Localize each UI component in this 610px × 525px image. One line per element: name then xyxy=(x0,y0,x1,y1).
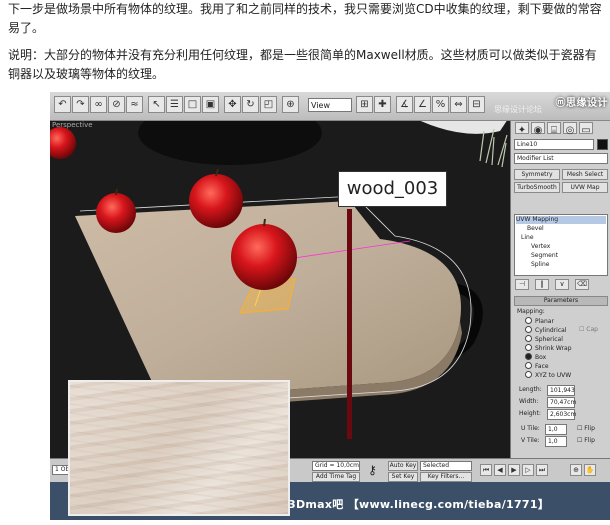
mesh-select-button[interactable]: Mesh Select xyxy=(562,169,608,180)
select-icon[interactable]: ↖ xyxy=(148,96,165,113)
plate-object xyxy=(420,121,507,134)
motion-tab-icon[interactable]: ◎ xyxy=(563,122,577,136)
apple-edge xyxy=(50,127,76,159)
unlink-icon[interactable]: ⊘ xyxy=(108,96,125,113)
brand-banner-text: 3Dmax吧 【www.linecg.com/tieba/1771】 xyxy=(288,498,550,511)
modify-tab-icon[interactable]: ◉ xyxy=(531,122,545,136)
grid-size: Grid = 10,0cm xyxy=(312,461,360,471)
link-icon[interactable]: ∞ xyxy=(90,96,107,113)
vtile-field[interactable]: 1,0 xyxy=(545,436,567,447)
width-label: Width: xyxy=(519,398,539,405)
go-to-start-icon[interactable]: ⏮ xyxy=(480,464,492,476)
select-by-name-icon[interactable]: ☰ xyxy=(166,96,183,113)
auto-key-button[interactable]: Auto Key xyxy=(388,461,418,471)
utile-field[interactable]: 1,0 xyxy=(545,424,567,435)
wood-texture-swatch xyxy=(68,380,290,516)
stack-item-bevel[interactable]: Bevel xyxy=(527,225,544,233)
snap-icon[interactable]: ∡ xyxy=(396,96,413,113)
pin-stack-icon[interactable]: ⊣ xyxy=(515,279,529,290)
bind-icon[interactable]: ≈ xyxy=(126,96,143,113)
show-end-result-icon[interactable]: ‖ xyxy=(535,279,549,290)
manipulate-icon[interactable]: ✚ xyxy=(374,96,391,113)
mapping-face[interactable]: Face xyxy=(525,362,549,371)
height-field[interactable]: 2,603cm xyxy=(547,409,576,420)
watermark-logo: ⓜ思缘设计 xyxy=(555,98,608,109)
stack-item-vertex[interactable]: Vertex xyxy=(531,243,550,251)
view-dropdown[interactable]: View xyxy=(308,98,352,112)
utile-label: U Tile: xyxy=(521,425,540,432)
article-paragraph-2: 说明：大部分的物体并没有充分利用任何纹理，都是一些很简单的Maxwell材质。这… xyxy=(8,48,597,81)
percent-snap-icon[interactable]: % xyxy=(432,96,449,113)
key-filters-button[interactable]: Key Filters... xyxy=(420,472,472,482)
u-flip-checkbox[interactable]: ☐ Flip xyxy=(577,424,595,434)
make-unique-icon[interactable]: ∨ xyxy=(555,279,569,290)
align-icon[interactable]: ⊟ xyxy=(468,96,485,113)
set-key-button[interactable]: Set Key xyxy=(388,472,418,482)
uvw-map-button[interactable]: UVW Map xyxy=(562,182,608,193)
v-flip-checkbox[interactable]: ☐ Flip xyxy=(577,436,595,446)
display-tab-icon[interactable]: ▭ xyxy=(579,122,593,136)
object-color-swatch[interactable] xyxy=(597,139,608,150)
watermark-subtitle: 思缘设计论坛 xyxy=(494,105,542,114)
window-crossing-icon[interactable]: ▣ xyxy=(202,96,219,113)
object-name-field[interactable]: Line10 xyxy=(514,139,594,150)
key-icon: ⚷ xyxy=(368,463,377,477)
height-label: Height: xyxy=(519,410,541,417)
stack-item-uvw[interactable]: UVW Mapping xyxy=(516,216,606,224)
symmetry-button[interactable]: Symmetry xyxy=(514,169,560,180)
apple-2 xyxy=(189,174,243,228)
mapping-label: Mapping: xyxy=(517,308,545,315)
bowl-object xyxy=(138,121,322,165)
rotate-icon[interactable]: ↻ xyxy=(242,96,259,113)
parameters-rollout[interactable]: Parameters xyxy=(514,296,608,306)
command-panel: ✦ ◉ ⌸ ◎ ▭ Line10 Modifier List Symmetry … xyxy=(510,121,610,458)
vtile-label: V Tile: xyxy=(521,437,540,444)
go-to-end-icon[interactable]: ⏭ xyxy=(536,464,548,476)
mirror-icon[interactable]: ⇔ xyxy=(450,96,467,113)
zoom-icon[interactable]: ⊕ xyxy=(570,464,582,476)
hierarchy-tab-icon[interactable]: ⌸ xyxy=(547,122,561,136)
add-time-tag-button[interactable]: Add Time Tag xyxy=(312,472,360,482)
width-field[interactable]: 70,47cm xyxy=(547,397,576,408)
angle-snap-icon[interactable]: ∠ xyxy=(414,96,431,113)
length-field[interactable]: 101,943 xyxy=(547,385,575,396)
mapping-planar[interactable]: Planar xyxy=(525,317,554,326)
viewport-label[interactable]: Perspective xyxy=(52,121,93,129)
move-icon[interactable]: ✥ xyxy=(224,96,241,113)
pivot-icon[interactable]: ⊞ xyxy=(356,96,373,113)
modifier-list-dropdown[interactable]: Modifier List xyxy=(514,153,608,164)
mapping-spherical[interactable]: Spherical xyxy=(525,335,563,344)
cap-checkbox[interactable]: ☐ Cap xyxy=(579,325,598,335)
material-name-label: wood_003 xyxy=(338,171,447,207)
length-label: Length: xyxy=(519,386,542,393)
redo-icon[interactable]: ↷ xyxy=(72,96,89,113)
main-toolbar: ↶ ↷ ∞ ⊘ ≈ ↖ ☰ □ ▣ ✥ ↻ ◰ ⊕ View ⊞ ✚ ∡ ∠ %… xyxy=(50,92,610,121)
turbosmooth-button[interactable]: TurboSmooth xyxy=(514,182,560,193)
prev-frame-icon[interactable]: ◀ xyxy=(494,464,506,476)
scale-icon[interactable]: ◰ xyxy=(260,96,277,113)
pan-icon[interactable]: ✋ xyxy=(584,464,596,476)
selected-dropdown[interactable]: Selected xyxy=(420,461,472,471)
stack-item-line[interactable]: Line xyxy=(521,234,534,242)
mapping-cylindrical[interactable]: Cylindrical xyxy=(525,326,566,335)
stack-item-segment[interactable]: Segment xyxy=(531,252,558,260)
mapping-shrink-wrap[interactable]: Shrink Wrap xyxy=(525,344,572,353)
remove-modifier-icon[interactable]: ⌫ xyxy=(575,279,589,290)
mapping-xyz-to-uvw[interactable]: XYZ to UVW xyxy=(525,371,571,380)
next-frame-icon[interactable]: ▷ xyxy=(522,464,534,476)
grass-plant xyxy=(479,128,508,168)
apple-1 xyxy=(96,193,136,233)
play-icon[interactable]: ▶ xyxy=(508,464,520,476)
stack-item-spline[interactable]: Spline xyxy=(531,261,549,269)
create-tab-icon[interactable]: ✦ xyxy=(515,122,529,136)
mapping-box[interactable]: Box xyxy=(525,353,546,362)
reference-coord-icon[interactable]: ⊕ xyxy=(282,96,299,113)
undo-icon[interactable]: ↶ xyxy=(54,96,71,113)
modifier-stack: UVW Mapping Bevel Line Vertex Segment Sp… xyxy=(514,214,608,276)
region-select-icon[interactable]: □ xyxy=(184,96,201,113)
article-paragraph-1: 下一步是做场景中所有物体的纹理。我用了和之前同样的技术，我只需要浏览CD中收集的… xyxy=(8,2,602,35)
red-pole xyxy=(347,209,352,439)
apple-3 xyxy=(231,224,297,290)
